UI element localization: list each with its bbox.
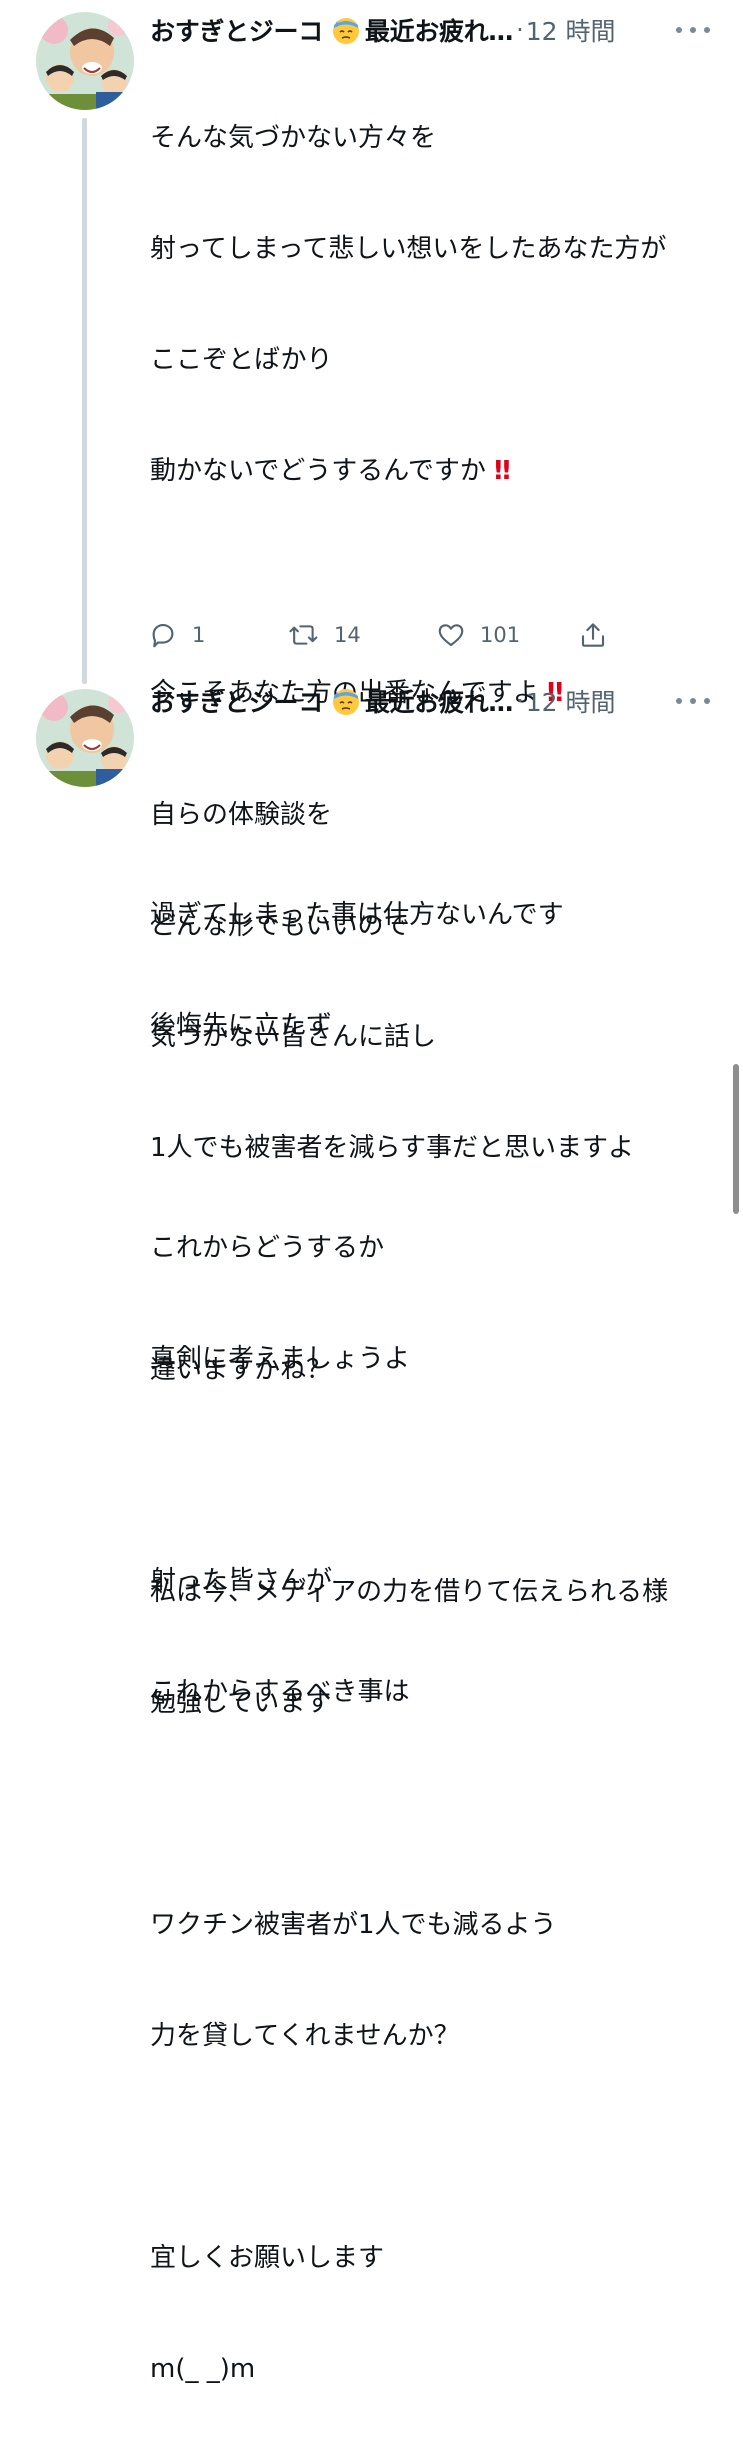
display-name[interactable]: おすぎとジーコ xyxy=(150,683,323,719)
reply-button[interactable]: 1 xyxy=(148,615,205,655)
timestamp[interactable]: 12 時間 xyxy=(526,683,616,719)
like-icon xyxy=(438,624,464,647)
text-line-blank xyxy=(150,1796,720,1833)
text-line: 違いますかね？ xyxy=(150,1355,333,1385)
retweet-count: 14 xyxy=(334,623,361,647)
text-line-blank xyxy=(150,1241,720,1278)
separator-dot: · xyxy=(516,687,524,715)
tweet-text: 自らの体験談を どんな形でもいいので 気づかない皆さんに話し 1人でも被害者を減… xyxy=(150,723,720,2462)
display-name[interactable]: おすぎとジーコ xyxy=(150,12,323,48)
display-name-status: 最近お疲れ… xyxy=(364,17,514,46)
tweet-1[interactable]: おすぎとジーコ 最近お疲れ… · 12 時間 そんな気づかない方々を 射ってしま… xyxy=(0,8,743,1707)
text-line: 力を貸してくれませんか？ xyxy=(150,2021,460,2051)
text-line-blank xyxy=(150,2129,720,2166)
text-line: 私は今、メディアの力を借りて伝えられる様 xyxy=(150,1577,669,1607)
text-line: 勉強しています xyxy=(150,1688,332,1718)
text-line: m(_ _)m xyxy=(150,2354,256,2384)
avatar[interactable] xyxy=(36,689,134,787)
avatar-illustration xyxy=(36,12,134,110)
tweet-actions: 1 14 101 xyxy=(148,615,628,655)
text-line: 気づかない皆さんに話し xyxy=(150,1022,437,1052)
timestamp[interactable]: 12 時間 xyxy=(526,12,616,48)
text-line-blank xyxy=(150,1463,720,1500)
reply-count: 1 xyxy=(192,623,206,647)
downcast-sweat-face-emoji xyxy=(331,686,361,716)
text-line-blank xyxy=(150,564,720,601)
text-line: そんな気づかない方々を xyxy=(150,123,437,153)
double-exclamation-emoji: ‼ xyxy=(494,456,510,486)
avatar[interactable] xyxy=(36,12,134,110)
text-line: 自らの体験談を xyxy=(150,800,333,830)
retweet-button[interactable]: 14 xyxy=(288,615,361,655)
avatar-illustration xyxy=(36,689,134,787)
thread-connector-line xyxy=(82,118,87,684)
reply-icon xyxy=(152,623,174,648)
tweet-2[interactable]: おすぎとジーコ 最近お疲れ… · 12 時間 自らの体験談を どんな形でもいいの… xyxy=(0,679,743,2384)
share-button[interactable] xyxy=(578,615,608,655)
retweet-icon xyxy=(289,625,318,645)
text-line: 宜しくお願いします xyxy=(150,2243,385,2273)
scrollbar[interactable] xyxy=(733,1064,739,1214)
text-line: 射ってしまって悲しい想いをしたあなた方が xyxy=(150,234,667,264)
share-icon xyxy=(581,623,605,647)
more-options-icon[interactable] xyxy=(676,679,710,723)
like-button[interactable]: 101 xyxy=(436,615,520,655)
downcast-sweat-face-emoji xyxy=(331,15,361,45)
text-line: ワクチン被害者が1人でも減るよう xyxy=(150,1910,557,1940)
text-line: 動かないでどうするんですか ‼ xyxy=(150,456,511,486)
text-line: 1人でも被害者を減らす事だと思いますよ xyxy=(150,1133,635,1163)
like-count: 101 xyxy=(480,623,521,647)
tweet-header: おすぎとジーコ 最近お疲れ… · 12 時間 xyxy=(150,679,720,723)
separator-dot: · xyxy=(516,16,524,44)
text-line: ここぞとばかり xyxy=(150,345,333,375)
display-name-status: 最近お疲れ… xyxy=(364,688,514,717)
text-line: どんな形でもいいので xyxy=(150,911,410,941)
